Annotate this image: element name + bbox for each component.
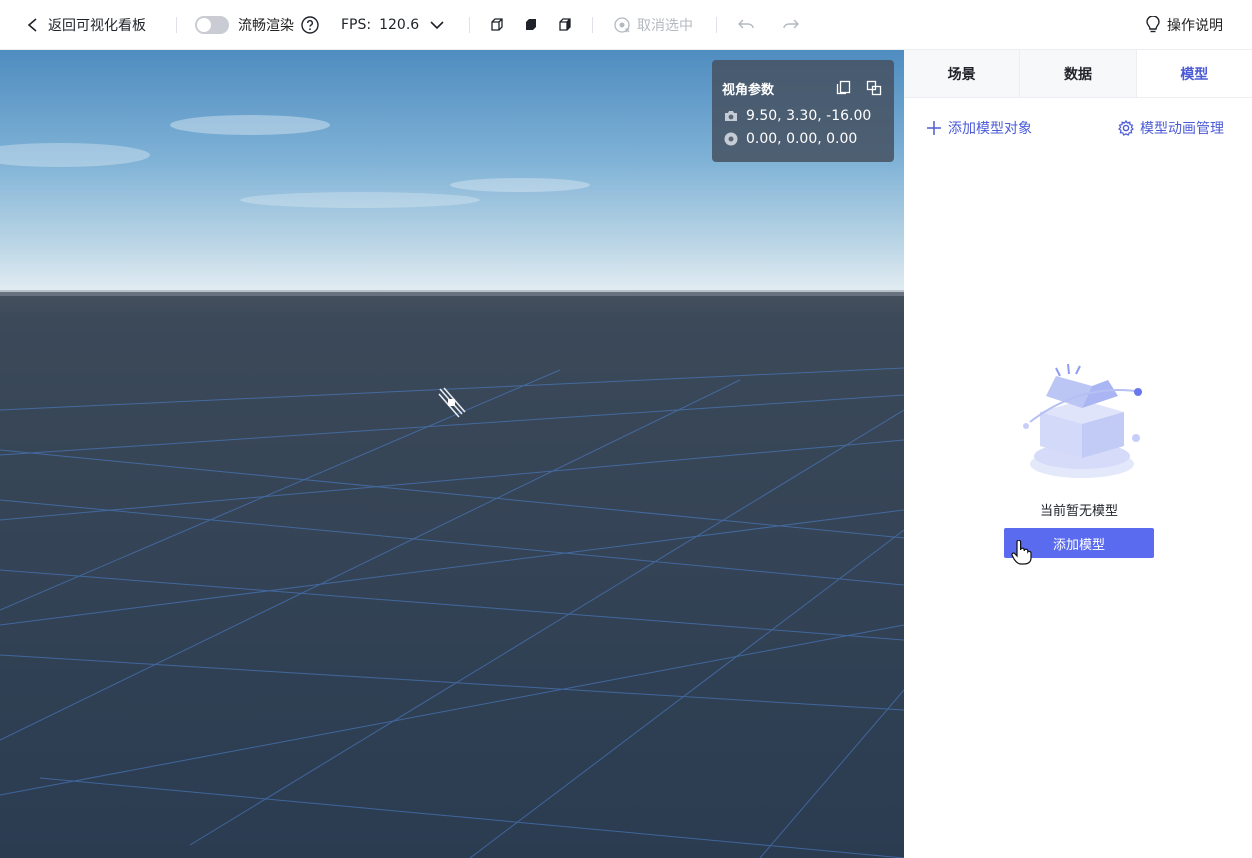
plus-icon (927, 121, 941, 135)
cube-solid-icon (526, 19, 536, 30)
smooth-render-label: 流畅渲染 (238, 18, 294, 34)
empty-box-illustration (1023, 363, 1143, 478)
chevron-left-icon (27, 18, 37, 32)
paste-icon[interactable] (866, 80, 882, 96)
eye-icon (724, 132, 738, 146)
model-animation-button[interactable]: 模型动画管理 (1118, 118, 1224, 138)
scene-viewport[interactable]: 视角参数 9.50, 3.30, -16.00 0.00, 0.00, 0.00 (0, 50, 904, 858)
help-circle-icon[interactable] (301, 16, 319, 34)
redo-button[interactable] (782, 0, 800, 50)
add-model-object-label: 添加模型对象 (948, 121, 1032, 137)
camera-icon (725, 111, 737, 121)
deselect-button[interactable]: 取消选中 (613, 0, 693, 50)
camera-position-row: 9.50, 3.30, -16.00 (724, 108, 871, 124)
panel-tabs: 场景 数据 模型 (904, 50, 1252, 98)
view-front-button[interactable] (490, 0, 504, 50)
tab-scene[interactable]: 场景 (904, 50, 1021, 97)
lightbulb-icon (1146, 16, 1160, 33)
target-x-icon (614, 17, 630, 33)
tab-model[interactable]: 模型 (1136, 50, 1252, 97)
fps-value: 120.6 (379, 17, 420, 33)
view-side-button[interactable] (558, 0, 572, 50)
view-solid-button[interactable] (524, 0, 538, 50)
transform-gizmo-icon[interactable] (437, 386, 467, 420)
camera-position: 9.50, 3.30, -16.00 (746, 108, 872, 124)
cube-side-icon (559, 18, 571, 31)
camera-target: 0.00, 0.00, 0.00 (746, 131, 858, 147)
toolbar-divider (716, 17, 717, 33)
gear-icon (1118, 120, 1134, 136)
help-label: 操作说明 (1167, 18, 1223, 34)
copy-icon[interactable] (836, 80, 851, 95)
tab-data[interactable]: 数据 (1020, 50, 1137, 97)
smooth-render-toggle[interactable] (195, 16, 229, 34)
toolbar-divider (176, 17, 177, 33)
fps-label: FPS: (341, 17, 372, 33)
camera-panel-title: 视角参数 (722, 83, 775, 98)
empty-state-text: 当前暂无模型 (1039, 504, 1118, 519)
hand-cursor-icon (1011, 540, 1032, 565)
redo-icon (783, 19, 799, 29)
cube-outline-icon (491, 18, 503, 31)
add-model-object-button[interactable]: 添加模型对象 (926, 118, 1032, 138)
camera-params-panel: 视角参数 9.50, 3.30, -16.00 0.00, 0.00, 0.00 (712, 60, 894, 162)
toolbar-divider (469, 17, 470, 33)
back-label: 返回可视化看板 (48, 18, 146, 34)
back-button[interactable]: 返回可视化看板 (26, 0, 146, 50)
toolbar-divider (592, 17, 593, 33)
fps-selector[interactable]: FPS: 120.6 (341, 0, 445, 50)
deselect-label: 取消选中 (637, 18, 693, 34)
ground-plane (0, 292, 904, 858)
top-toolbar: 返回可视化看板 流畅渲染 FPS: 120.6 取消选中 操作说明 (0, 0, 1252, 50)
model-animation-label: 模型动画管理 (1140, 121, 1224, 137)
help-button[interactable]: 操作说明 (1145, 0, 1223, 50)
chevron-down-icon (430, 21, 444, 30)
undo-icon (738, 19, 754, 29)
undo-button[interactable] (737, 0, 755, 50)
camera-target-row: 0.00, 0.00, 0.00 (724, 131, 857, 147)
